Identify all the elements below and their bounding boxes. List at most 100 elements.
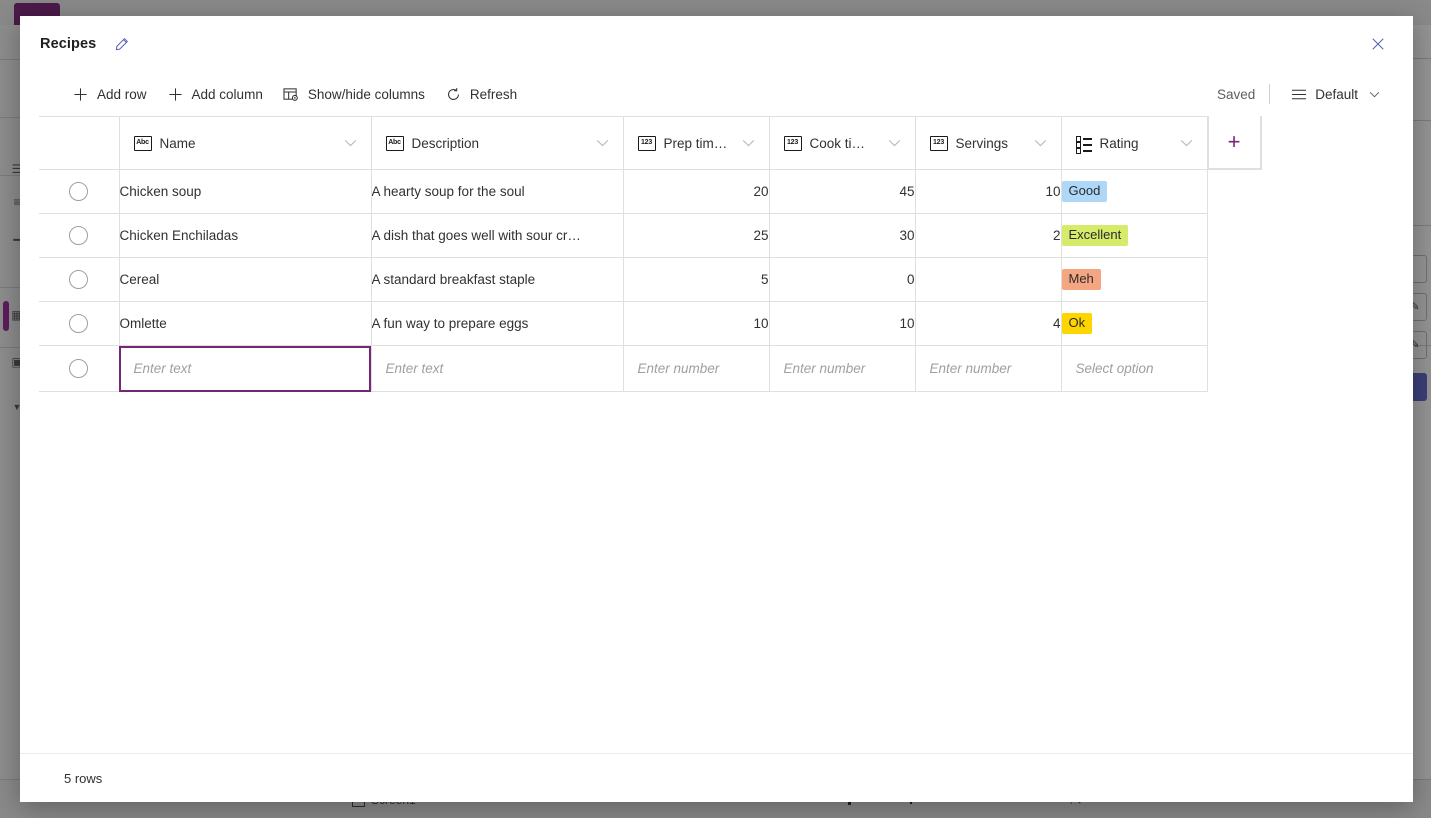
column-header-prep-time[interactable]: 123 Prep tim… [623,117,769,170]
column-header-rating[interactable]: Rating [1061,117,1207,170]
grid-body: Chicken soup A hearty soup for the soul … [39,170,1261,392]
toolbar-right-group: Saved Default [1217,78,1393,110]
plus-icon [167,86,184,103]
select-all-header [39,117,119,170]
refresh-button[interactable]: Refresh [435,78,527,110]
row-selector-cell[interactable] [39,302,119,346]
chevron-down-icon[interactable] [742,139,755,147]
cell-description[interactable]: A hearty soup for the soul [371,170,623,214]
cell-prep-time[interactable]: 20 [623,170,769,214]
row-select-radio[interactable] [69,359,88,378]
row-select-radio[interactable] [69,226,88,245]
new-row-description-input[interactable]: Enter text [371,346,623,392]
chevron-down-icon[interactable] [888,139,901,147]
row-selector-cell[interactable] [39,258,119,302]
cell-servings[interactable]: 10 [915,170,1061,214]
chevron-down-icon[interactable] [1180,139,1193,147]
row-select-radio[interactable] [69,270,88,289]
cell-rating[interactable]: Good [1061,170,1207,214]
column-header-label: Cook ti… [810,136,866,151]
placeholder-text: Enter text [386,361,444,376]
cell-name[interactable]: Chicken Enchiladas [119,214,371,258]
row-spacer-cell [1207,214,1261,258]
table-row[interactable]: Cereal A standard breakfast staple 5 0 M… [39,258,1261,302]
chevron-down-icon[interactable] [596,139,609,147]
view-selector-button[interactable]: Default [1280,78,1393,110]
text-type-icon: Abc [134,136,152,151]
chevron-down-icon[interactable] [344,139,357,147]
list-view-icon [1290,86,1307,103]
table-row[interactable]: Chicken Enchiladas A dish that goes well… [39,214,1261,258]
add-row-label: Add row [97,87,147,102]
table-row[interactable]: Chicken soup A hearty soup for the soul … [39,170,1261,214]
cell-rating[interactable]: Meh [1061,258,1207,302]
row-selector-cell[interactable] [39,170,119,214]
column-header-label: Rating [1100,136,1139,151]
pencil-icon[interactable] [110,33,132,55]
choice-type-icon [1076,136,1092,150]
cell-cook-time[interactable]: 45 [769,170,915,214]
column-header-description[interactable]: Abc Description [371,117,623,170]
cell-prep-time[interactable]: 25 [623,214,769,258]
chevron-down-icon [1366,86,1383,103]
new-row-rating-select[interactable]: Select option [1061,346,1207,392]
chevron-down-icon[interactable] [1034,139,1047,147]
cell-name[interactable]: Chicken soup [119,170,371,214]
cell-servings[interactable]: 4 [915,302,1061,346]
cell-prep-time[interactable]: 10 [623,302,769,346]
row-selector-cell[interactable] [39,214,119,258]
row-spacer-cell [1207,302,1261,346]
cell-cook-time[interactable]: 30 [769,214,915,258]
row-selector-cell[interactable] [39,346,119,392]
cell-rating[interactable]: Ok [1061,302,1207,346]
status-badge: Ok [1062,313,1093,335]
row-spacer-cell [1207,346,1261,392]
number-type-icon: 123 [784,136,802,151]
add-column-button[interactable]: Add column [157,78,273,110]
cell-name[interactable]: Omlette [119,302,371,346]
cell-cook-time[interactable]: 0 [769,258,915,302]
view-selector-label: Default [1315,87,1358,102]
dialog-header: Recipes [20,16,1413,72]
row-select-radio[interactable] [69,182,88,201]
cell-prep-time[interactable]: 5 [623,258,769,302]
new-row-cook-time-input[interactable]: Enter number [769,346,915,392]
cell-cook-time[interactable]: 10 [769,302,915,346]
cell-servings[interactable] [915,258,1061,302]
show-hide-columns-button[interactable]: Show/hide columns [273,78,435,110]
new-row-servings-input[interactable]: Enter number [915,346,1061,392]
column-header-servings[interactable]: 123 Servings [915,117,1061,170]
row-select-radio[interactable] [69,314,88,333]
text-type-icon: Abc [386,136,404,151]
column-header-label: Description [412,136,480,151]
placeholder-text: Select option [1076,361,1154,376]
add-column-icon-button[interactable]: + [1208,116,1261,169]
cell-name[interactable]: Cereal [119,258,371,302]
dialog-footer: 5 rows [20,753,1413,802]
cell-rating[interactable]: Excellent [1061,214,1207,258]
show-hide-columns-label: Show/hide columns [308,87,425,102]
table-settings-icon [283,86,300,103]
placeholder-text: Enter text [134,361,192,376]
new-row-prep-time-input[interactable]: Enter number [623,346,769,392]
header-row: Abc Name Abc Description [39,117,1261,170]
status-badge: Good [1062,181,1108,203]
row-count-label: 5 rows [64,771,102,786]
add-row-button[interactable]: Add row [62,78,157,110]
cell-description[interactable]: A standard breakfast staple [371,258,623,302]
cell-servings[interactable]: 2 [915,214,1061,258]
new-row-name-input[interactable]: Enter text [119,346,371,392]
number-type-icon: 123 [930,136,948,151]
add-column-label: Add column [192,87,263,102]
cell-description[interactable]: A fun way to prepare eggs [371,302,623,346]
row-spacer-cell [1207,170,1261,214]
column-header-name[interactable]: Abc Name [119,117,371,170]
new-row[interactable]: Enter text Enter text Enter number Enter… [39,346,1261,392]
grid-container: Abc Name Abc Description [20,116,1413,753]
table-row[interactable]: Omlette A fun way to prepare eggs 10 10 … [39,302,1261,346]
placeholder-text: Enter number [930,361,1012,376]
column-header-cook-time[interactable]: 123 Cook ti… [769,117,915,170]
status-badge: Meh [1062,269,1101,291]
close-icon[interactable] [1363,29,1393,59]
cell-description[interactable]: A dish that goes well with sour cr… [371,214,623,258]
